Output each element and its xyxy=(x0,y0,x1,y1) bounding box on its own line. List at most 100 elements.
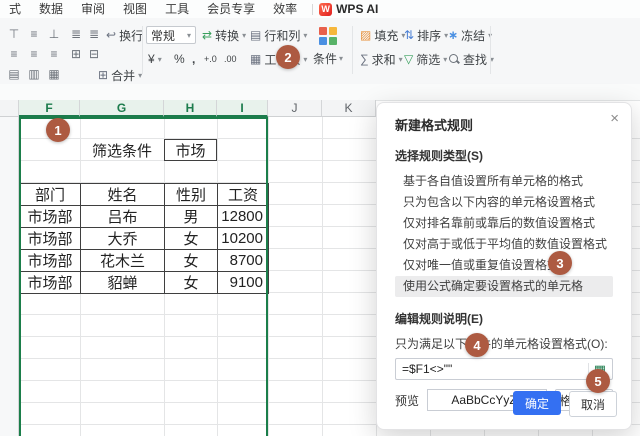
table-cell[interactable]: 市场部 xyxy=(20,206,81,228)
group-divider xyxy=(352,26,353,74)
chevron-down-icon: ▾ xyxy=(158,55,162,64)
table-cell[interactable]: 花木兰 xyxy=(81,250,165,272)
rule-type-option[interactable]: 仅对排名靠前或靠后的数值设置格式 xyxy=(395,213,613,234)
percent-label: % xyxy=(174,52,185,66)
table-cell[interactable]: 8700 xyxy=(218,250,269,272)
rule-type-list: 基于各自值设置所有单元格的格式 只为包含以下内容的单元格设置格式 仅对排名靠前或… xyxy=(395,171,613,297)
formula-input[interactable]: =$F1<>"" ▦ xyxy=(395,358,613,380)
column-header-i[interactable]: I xyxy=(217,100,268,117)
table-cell[interactable]: 大乔 xyxy=(81,228,165,250)
step-5-badge: 5 xyxy=(586,369,610,393)
align-top-icon[interactable]: ⊤ xyxy=(6,26,22,42)
sort-icon: ⇅ xyxy=(404,29,414,41)
rule-type-option[interactable]: 仅对高于或低于平均值的数值设置格式 xyxy=(395,234,613,255)
border-style-icon[interactable]: ▤ xyxy=(6,66,22,82)
step-2-badge: 2 xyxy=(276,45,300,69)
rule-type-option[interactable]: 基于各自值设置所有单元格的格式 xyxy=(395,171,613,192)
fill-button[interactable]: ▨ 填充 ▾ xyxy=(358,26,407,44)
table-header-cell[interactable]: 工资 xyxy=(218,184,269,206)
wrap-text-label: 换行 xyxy=(119,27,143,44)
table-cell[interactable]: 女 xyxy=(165,250,218,272)
table-header-cell[interactable]: 性别 xyxy=(165,184,218,206)
table-cell[interactable]: 市场部 xyxy=(20,272,81,294)
select-all-corner[interactable] xyxy=(0,100,19,117)
step-3-badge: 3 xyxy=(548,251,572,275)
table-cell[interactable]: 9100 xyxy=(218,272,269,294)
ok-button[interactable]: 确定 xyxy=(513,391,561,415)
indent-decrease-icon[interactable]: ≣ xyxy=(68,26,84,42)
filter-icon: ▽ xyxy=(404,53,413,65)
wrap-text-icon: ↩ xyxy=(106,29,116,41)
increase-decimal-button[interactable]: +.0 xyxy=(202,50,219,68)
app-window: 式 数据 审阅 视图 工具 会员专享 效率 W WPS AI ⊤ ≡ ⊥ ≣ ≣… xyxy=(0,0,640,436)
table-cell[interactable]: 女 xyxy=(165,272,218,294)
cell-style-icon[interactable]: ▥ xyxy=(26,66,42,82)
close-icon[interactable]: × xyxy=(610,111,619,126)
magnifier-icon xyxy=(448,53,460,65)
align-middle-icon[interactable]: ≡ xyxy=(26,26,42,42)
menu-view[interactable]: 视图 xyxy=(114,0,156,18)
filter-condition-label-cell[interactable]: 筛选条件 xyxy=(80,139,164,161)
rule-type-option[interactable]: 只为包含以下内容的单元格设置格式 xyxy=(395,192,613,213)
fill-icon: ▨ xyxy=(360,29,371,41)
rows-and-columns-button[interactable]: ▤ 行和列 ▾ xyxy=(248,26,309,44)
align-left-icon[interactable]: ≡ xyxy=(6,46,22,62)
find-button[interactable]: 查找 ▾ xyxy=(446,50,496,68)
worksheet-icon: ▦ xyxy=(250,53,261,65)
table-cell[interactable]: 市场部 xyxy=(20,250,81,272)
filter-condition-value-cell[interactable]: 市场 xyxy=(164,139,217,161)
table-style-icon[interactable]: ▦ xyxy=(46,66,62,82)
currency-button[interactable]: ¥ ▾ xyxy=(146,50,164,68)
condition-label: 只为满足以下条件的单元格设置格式(O): xyxy=(395,335,613,352)
table-cell[interactable]: 女 xyxy=(165,228,218,250)
merge-cells-icon: ⊞ xyxy=(98,69,108,81)
sort-button[interactable]: ⇅ 排序 ▾ xyxy=(402,26,450,44)
cancel-button[interactable]: 取消 xyxy=(569,391,617,417)
freeze-panes-button[interactable]: ∗ 冻结 ▾ xyxy=(446,26,494,44)
table-cell[interactable]: 貂蝉 xyxy=(81,272,165,294)
column-header-h[interactable]: H xyxy=(164,100,217,117)
align-bottom-icon[interactable]: ⊥ xyxy=(46,26,62,42)
table-header-cell[interactable]: 姓名 xyxy=(81,184,165,206)
percent-button[interactable]: % xyxy=(172,50,187,68)
merge-cells-button[interactable]: ⊞ 合并 ▾ xyxy=(96,66,144,84)
table-cell[interactable]: 10200 xyxy=(218,228,269,250)
column-header-g[interactable]: G xyxy=(80,100,164,117)
table-cell[interactable]: 12800 xyxy=(218,206,269,228)
align-right-icon[interactable]: ≡ xyxy=(46,46,62,62)
orientation-icon[interactable]: ⊞ xyxy=(68,46,84,62)
menu-data[interactable]: 数据 xyxy=(30,0,72,18)
rule-type-option-selected[interactable]: 使用公式确定要设置格式的单元格 xyxy=(395,276,613,297)
sum-label: 求和 xyxy=(372,51,396,68)
menu-review[interactable]: 审阅 xyxy=(72,0,114,18)
column-header-f[interactable]: F xyxy=(19,100,80,117)
table-cell[interactable]: 吕布 xyxy=(81,206,165,228)
column-header-j[interactable]: J xyxy=(268,100,322,117)
gridline xyxy=(322,117,323,436)
filter-button[interactable]: ▽ 筛选 ▾ xyxy=(402,50,449,68)
decrease-decimal-button[interactable]: .00 xyxy=(222,50,239,68)
number-format-dropdown[interactable]: 常规 ▾ xyxy=(146,26,196,44)
wrap-text-button[interactable]: ↩ 换行 xyxy=(104,26,145,44)
convert-button[interactable]: ⇄ 转换 ▾ xyxy=(200,26,248,44)
menu-tools[interactable]: 工具 xyxy=(156,0,198,18)
fill-label: 填充 xyxy=(374,27,398,44)
shrink-text-icon[interactable]: ⊟ xyxy=(86,46,102,62)
wps-ai-menu[interactable]: W WPS AI xyxy=(319,2,378,16)
table-cell[interactable]: 男 xyxy=(165,206,218,228)
conditional-formatting-button[interactable]: 条件 ▾ xyxy=(306,23,350,79)
table-header-cell[interactable]: 部门 xyxy=(20,184,81,206)
comma-style-button[interactable]: , xyxy=(190,50,197,68)
edit-rule-section-label: 编辑规则说明(E) xyxy=(395,310,613,327)
column-header-k[interactable]: K xyxy=(322,100,376,117)
indent-increase-icon[interactable]: ≣ xyxy=(86,26,102,42)
sum-button[interactable]: ∑ 求和 ▾ xyxy=(358,50,405,68)
row-header-column[interactable] xyxy=(0,117,19,436)
menubar-divider xyxy=(312,4,313,15)
rule-type-option[interactable]: 仅对唯一值或重复值设置格式 xyxy=(395,255,613,276)
menu-member[interactable]: 会员专享 xyxy=(198,0,264,18)
table-cell[interactable]: 市场部 xyxy=(20,228,81,250)
align-center-icon[interactable]: ≡ xyxy=(26,46,42,62)
menu-formula[interactable]: 式 xyxy=(0,0,30,18)
menu-efficiency[interactable]: 效率 xyxy=(264,0,306,18)
